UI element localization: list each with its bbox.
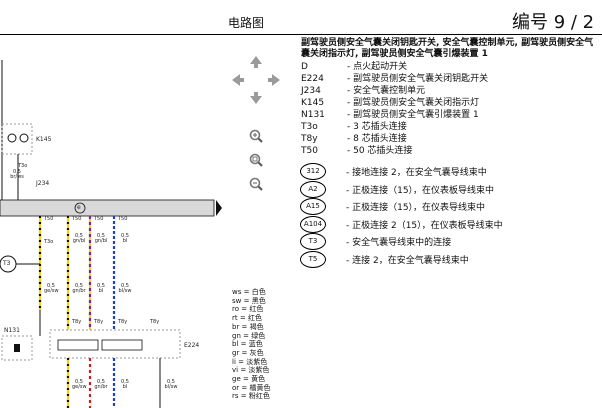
color-key-item: rs = 粉红色 (232, 392, 270, 401)
connector-label: T8y (118, 319, 128, 325)
bus-label: J234 (36, 180, 50, 187)
page-number: 编号 9 / 2 (512, 12, 595, 33)
color-key-item: gn = 绿色 (232, 331, 266, 340)
connector-label: T3o (44, 239, 54, 245)
color-key-item: ro = 红色 (232, 305, 264, 314)
bus-node-label: e (77, 204, 81, 211)
color-key-item: vi = 淡紫色 (232, 366, 270, 375)
igniter-symbol (14, 344, 20, 352)
k145-label: K145 (36, 136, 52, 143)
color-key-item: rt = 红色 (232, 314, 262, 323)
connector-label: T8y (72, 319, 82, 325)
zoom-out-icon[interactable] (248, 176, 264, 192)
connection-symbol: 312 (300, 163, 326, 180)
connector-label: T50 (118, 216, 128, 222)
page-title: 电路图 (228, 16, 265, 30)
zoom-fit-icon[interactable] (248, 152, 264, 168)
color-key-item: ge = 黄色 (232, 375, 266, 384)
arrow-down-icon[interactable] (248, 90, 264, 106)
wire-spec: 0,5 bl (121, 379, 129, 390)
color-key-item: br = 褐色 (232, 322, 264, 331)
wire-color-key: ws = 白色 sw = 黑色 ro = 红色 rt = 红色 br = 褐色 … (232, 288, 271, 401)
arrow-left-icon[interactable] (230, 72, 246, 88)
diagram-title: 副驾驶员侧安全气囊关闭钥匙开关, 安全气囊控制单元, 副驾驶员侧安全气囊关闭指示… (301, 38, 594, 59)
wire-spec: 0,5 br/ws (10, 169, 24, 180)
diagram-viewer: 电路图 编号 9 / 2 J234 e T3 K145 N131 E224 T3… (0, 0, 602, 408)
switch-contact (57, 339, 99, 351)
zoom-in-icon[interactable] (248, 128, 264, 144)
header-divider (0, 34, 602, 35)
lamp-symbol (19, 133, 29, 143)
wire-spec: 0,5 bl/sw (118, 283, 132, 294)
connector-label: T50 (94, 216, 104, 222)
wire-spec: 0,5 gn/br (94, 379, 108, 390)
ground-node-label: T3 (3, 260, 11, 267)
wire-spec: 0,5 gn/br (72, 283, 86, 294)
wire-spec: 0,5 bl (121, 233, 129, 244)
connector-label: T8y (94, 319, 104, 325)
color-key-item: ws = 白色 (232, 288, 266, 296)
connection-symbol: A2 (300, 180, 326, 198)
e224-label: E224 (184, 342, 200, 349)
j234-bus (0, 199, 215, 217)
connector-label: T8y (150, 319, 160, 325)
wire-spec: 0,5 ge/sw (44, 283, 59, 294)
wire-spec: 0,5 gn/bl (72, 233, 86, 244)
connector-label: T50 (44, 216, 54, 222)
color-key-item: gr = 灰色 (232, 348, 264, 357)
color-key-item: bl = 蓝色 (232, 340, 263, 349)
connection-symbol: A104 (300, 215, 326, 233)
wire-spec: 0,5 bl/sw (164, 379, 178, 390)
connection-symbol: A15 (300, 198, 326, 215)
connection-symbol: T3 (300, 233, 326, 250)
wiring-schematic: J234 e T3 K145 N131 E224 T3o T3o T50 T50… (0, 40, 222, 408)
arrow-right-icon[interactable] (266, 72, 282, 88)
wire-spec: 0,5 bl (97, 283, 105, 294)
wire-spec: 0,5 gn/bl (94, 233, 108, 244)
bus-arrow (216, 200, 222, 216)
arrow-up-icon[interactable] (248, 54, 264, 70)
wire-spec: 0,5 ge/sw (72, 379, 87, 390)
connection-symbol: T5 (300, 250, 326, 268)
connector-label: T50 (72, 216, 82, 222)
schematic-drawing (0, 60, 222, 408)
switch-contact (101, 339, 143, 351)
lamp-symbol (7, 133, 17, 143)
e224-housing (49, 329, 181, 359)
n131-label: N131 (4, 327, 20, 334)
